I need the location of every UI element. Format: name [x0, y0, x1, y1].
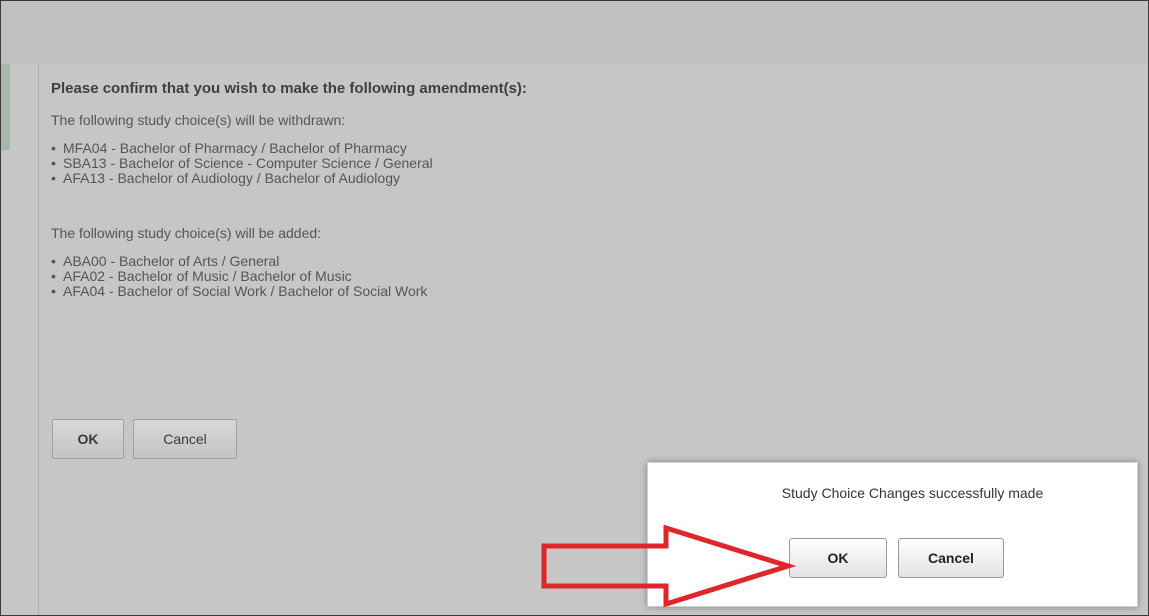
dialog-cancel-button[interactable]: Cancel	[898, 538, 1004, 578]
bullet-icon: •	[51, 268, 56, 284]
list-item: • SBA13 - Bachelor of Science - Computer …	[51, 155, 433, 171]
annotation-arrow-icon	[541, 524, 797, 608]
list-item: • AFA04 - Bachelor of Social Work / Bache…	[51, 283, 428, 299]
dialog-message: Study Choice Changes successfully made	[781, 485, 1044, 501]
top-bar	[1, 1, 1148, 64]
list-item: • ABA00 - Bachelor of Arts / General	[51, 253, 280, 269]
bullet-icon: •	[51, 170, 56, 186]
left-divider	[38, 64, 39, 615]
dialog-ok-button[interactable]: OK	[789, 538, 887, 578]
arrow-shape	[541, 524, 797, 608]
list-item: • MFA04 - Bachelor of Pharmacy / Bachelor…	[51, 140, 407, 156]
list-item: • AFA13 - Bachelor of Audiology / Bachelo…	[51, 170, 400, 186]
ok-button[interactable]: OK	[52, 419, 124, 459]
cancel-button[interactable]: Cancel	[133, 419, 237, 459]
added-intro: The following study choice(s) will be ad…	[51, 225, 322, 241]
bullet-icon: •	[51, 155, 56, 171]
amendment-panel: Please confirm that you wish to make the…	[51, 79, 1131, 299]
list-item: • AFA02 - Bachelor of Music / Bachelor of…	[51, 268, 352, 284]
bullet-icon: •	[51, 140, 56, 156]
left-accent-strip	[1, 64, 10, 150]
bullet-icon: •	[51, 253, 56, 269]
amendment-heading: Please confirm that you wish to make the…	[51, 80, 527, 97]
bullet-icon: •	[51, 283, 56, 299]
added-list: • ABA00 - Bachelor of Arts / General • AFA…	[51, 254, 1131, 299]
withdrawn-list: • MFA04 - Bachelor of Pharmacy / Bachelor…	[51, 141, 1131, 186]
withdrawn-intro: The following study choice(s) will be wi…	[51, 112, 346, 128]
